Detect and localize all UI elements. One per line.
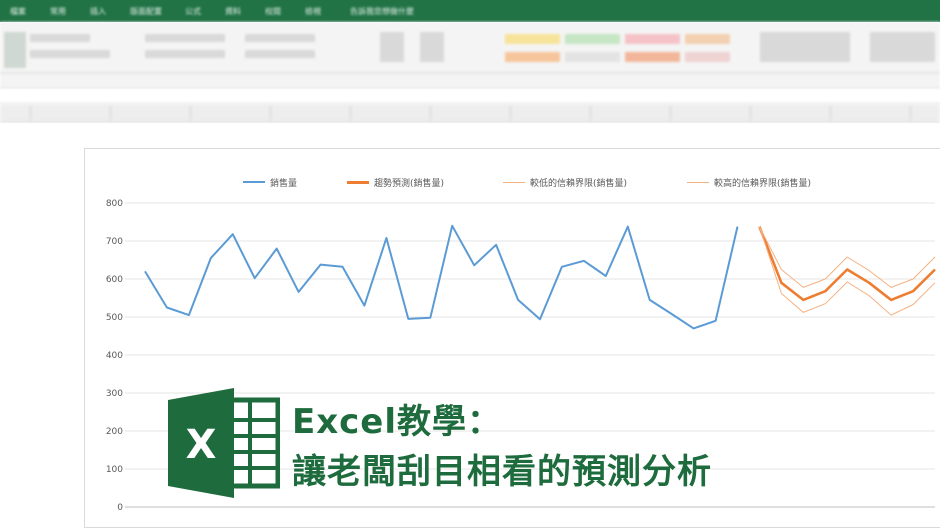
legend-label-upper-bound: 較高的信賴界限(銷售量) xyxy=(714,178,812,189)
ribbon-group-labels xyxy=(0,72,940,74)
banner-title: Excel教學： xyxy=(292,402,503,442)
legend-swatch-lower-bound xyxy=(503,181,525,183)
wrap-merge-buttons[interactable] xyxy=(145,50,225,58)
y-tick-label-600: 600 xyxy=(106,275,123,285)
legend-item-forecast[interactable]: 趨勢預測(銷售量) xyxy=(347,176,445,189)
legend-swatch-sales xyxy=(243,181,265,183)
y-tick-label-0: 0 xyxy=(117,503,123,513)
menu-tab-data[interactable]: 資料 xyxy=(225,6,241,16)
menu-tab-formulas[interactable]: 公式 xyxy=(185,6,201,16)
cell-style-neutral[interactable] xyxy=(505,34,560,44)
cell-style-warning[interactable] xyxy=(685,52,730,62)
ribbon-toolbar xyxy=(0,22,940,89)
number-format-buttons[interactable] xyxy=(245,50,315,58)
format-as-table-button[interactable] xyxy=(420,32,444,62)
cell-style-input[interactable] xyxy=(505,52,560,62)
menu-tab-view[interactable]: 檢視 xyxy=(305,6,321,16)
excel-logo-icon: X xyxy=(168,388,280,498)
legend-item-upper-bound[interactable]: 較高的信賴界限(銷售量) xyxy=(687,176,812,189)
y-tick-label-300: 300 xyxy=(106,389,123,399)
y-tick-label-700: 700 xyxy=(106,237,123,247)
menu-tab-home[interactable]: 常用 xyxy=(50,6,66,16)
y-tick-label-500: 500 xyxy=(106,313,123,323)
menu-tab-insert[interactable]: 插入 xyxy=(90,6,106,16)
cells-insert-delete[interactable] xyxy=(760,32,850,62)
number-format-select[interactable] xyxy=(245,34,315,42)
series-line-1[interactable] xyxy=(758,226,936,302)
legend-swatch-forecast xyxy=(347,180,369,184)
y-tick-label-200: 200 xyxy=(106,427,123,437)
menu-tab-review[interactable]: 校閱 xyxy=(265,6,281,16)
series-line-3[interactable] xyxy=(758,226,936,288)
legend-swatch-upper-bound xyxy=(687,181,709,183)
font-name-select[interactable] xyxy=(30,34,90,42)
tell-me-search[interactable]: 告訴我您想做什麼 xyxy=(350,6,414,16)
cell-style-calc[interactable] xyxy=(685,34,730,44)
cell-style-good[interactable] xyxy=(565,34,620,44)
paste-button[interactable] xyxy=(4,32,26,68)
y-tick-label-400: 400 xyxy=(106,351,123,361)
cell-style-bad[interactable] xyxy=(625,34,680,44)
conditional-format-button[interactable] xyxy=(380,32,404,62)
column-headers xyxy=(0,104,940,123)
legend-label-sales: 銷售量 xyxy=(270,178,298,189)
y-tick-label-800: 800 xyxy=(106,199,123,209)
legend-item-lower-bound[interactable]: 較低的信賴界限(銷售量) xyxy=(503,176,628,189)
alignment-buttons[interactable] xyxy=(145,34,225,42)
y-tick-label-100: 100 xyxy=(106,465,123,475)
editing-group[interactable] xyxy=(870,32,935,62)
font-format-buttons[interactable] xyxy=(30,50,110,58)
formula-bar[interactable] xyxy=(0,89,940,104)
legend-item-sales[interactable]: 銷售量 xyxy=(243,176,298,189)
legend-label-lower-bound: 較低的信賴界限(銷售量) xyxy=(530,178,628,189)
cell-style-check[interactable] xyxy=(625,52,680,62)
excel-logo-letter: X xyxy=(186,422,217,468)
cell-style-output[interactable] xyxy=(565,52,620,62)
excel-title-bar: 檔案 常用 插入 版面配置 公式 資料 校閱 檢視 告訴我您想做什麼 xyxy=(0,0,940,22)
legend-label-forecast: 趨勢預測(銷售量) xyxy=(374,178,445,189)
banner-subtitle: 讓老闆刮目相看的預測分析 xyxy=(292,452,712,492)
menu-tab-file[interactable]: 檔案 xyxy=(10,6,26,16)
menu-tab-layout[interactable]: 版面配置 xyxy=(130,6,162,16)
